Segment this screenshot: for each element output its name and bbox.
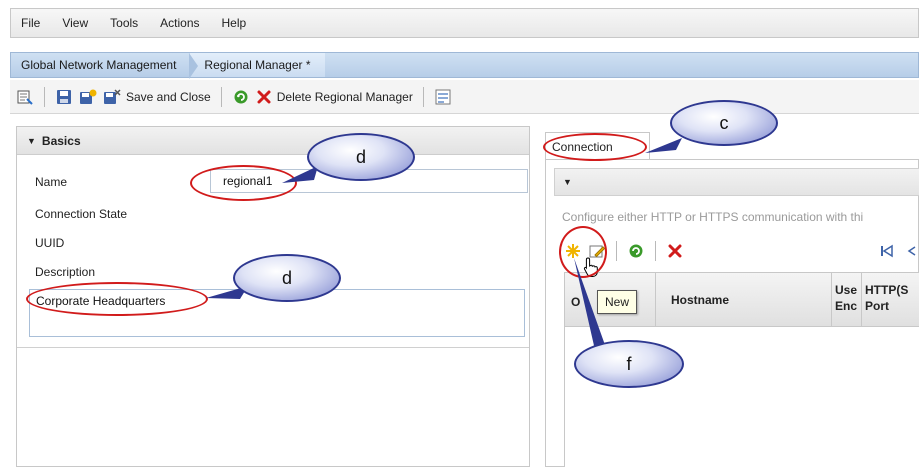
tab-connection[interactable]: Connection (545, 132, 650, 160)
column-header-use-enc-line1[interactable]: Use (835, 283, 857, 297)
description-label: Description (35, 265, 96, 279)
basics-section-title: Basics (41, 133, 81, 148)
new-tooltip: New (597, 290, 637, 314)
delete-icon (257, 90, 271, 103)
column-header-http-port-line2: Port (865, 299, 889, 313)
menu-view[interactable]: View (62, 16, 88, 30)
column-header-hostname[interactable]: Hostname (671, 293, 729, 307)
column-separator (831, 273, 832, 327)
connection-state-label: Connection State (35, 207, 128, 221)
form-menu-icon[interactable] (16, 88, 34, 106)
menu-file[interactable]: File (21, 16, 40, 30)
toolbar-separator (655, 241, 656, 261)
callout-d-name: d (307, 133, 415, 181)
connection-section-header[interactable]: ▼ (554, 168, 919, 196)
menu-tools[interactable]: Tools (110, 16, 138, 30)
toolbar-separator (616, 241, 617, 261)
refresh-icon[interactable] (627, 242, 645, 260)
new-icon[interactable] (564, 242, 582, 260)
save-close-icon (104, 88, 121, 104)
menu-help[interactable]: Help (222, 16, 247, 30)
toolbar-separator (422, 86, 424, 107)
menu-actions[interactable]: Actions (160, 16, 199, 30)
collapse-triangle-icon: ▼ (27, 135, 36, 146)
save-and-close-label: Save and Close (126, 89, 211, 104)
column-header-http-port-line1[interactable]: HTTP(S (865, 283, 908, 297)
column-separator (655, 273, 656, 327)
save-and-close-button[interactable]: Save and Close (103, 88, 211, 105)
panel-divider (17, 347, 529, 348)
save-icon[interactable] (55, 88, 73, 106)
menu-bar: File View Tools Actions Help (10, 8, 919, 38)
previous-page-icon[interactable] (902, 242, 919, 260)
uuid-label: UUID (35, 236, 65, 250)
callout-d-description: d (233, 254, 341, 302)
form-toolbar: Save and Close Delete Regional Manager (10, 80, 919, 114)
first-page-icon[interactable] (878, 242, 896, 260)
breadcrumb: Global Network Management Regional Manag… (10, 52, 919, 79)
toolbar-separator (44, 86, 45, 107)
hand-cursor-icon (583, 257, 598, 277)
basics-section-header[interactable]: ▼ Basics (17, 127, 529, 155)
export-icon[interactable] (434, 88, 452, 106)
column-header-use-enc-line2: Enc (835, 299, 858, 313)
connection-toolbar (564, 236, 919, 266)
toolbar-separator (220, 86, 222, 107)
connection-hint-text: Configure either HTTP or HTTPS communica… (562, 210, 864, 224)
breadcrumb-global-network-management[interactable]: Global Network Management (11, 53, 190, 77)
name-label: Name (35, 175, 68, 189)
collapse-triangle-icon: ▼ (563, 177, 572, 187)
column-header-o[interactable]: O (571, 295, 580, 309)
breadcrumb-regional-manager[interactable]: Regional Manager * (189, 53, 325, 79)
delete-icon[interactable] (666, 242, 684, 260)
callout-f-new: f (574, 340, 684, 388)
callout-c-connection: c (670, 100, 778, 146)
save-new-icon[interactable] (79, 88, 97, 106)
refresh-icon[interactable] (232, 88, 250, 106)
delete-regional-manager-button[interactable]: Delete Regional Manager (256, 89, 413, 105)
column-separator (861, 273, 862, 327)
delete-regional-manager-label: Delete Regional Manager (276, 89, 413, 104)
